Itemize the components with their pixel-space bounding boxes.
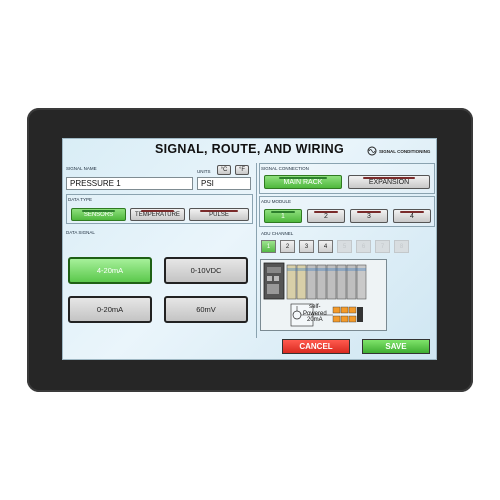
adu-channel-1-button[interactable]: 1 xyxy=(261,240,276,253)
data-type-sensors-button[interactable]: SENSORS xyxy=(71,208,126,221)
adu-module-4-button[interactable]: 4 xyxy=(393,209,431,223)
logo-icon xyxy=(367,146,377,156)
units-label: UNITS xyxy=(197,169,211,174)
celsius-button[interactable]: °C xyxy=(217,165,231,175)
cancel-button[interactable]: CANCEL xyxy=(282,339,350,354)
expansion-button[interactable]: EXPANSION xyxy=(348,175,430,189)
adu-channel-2-button[interactable]: 2 xyxy=(280,240,295,253)
logo-text: SIGNAL CONDITIONING xyxy=(379,148,431,154)
hmi-screen: SIGNAL, ROUTE, AND WIRING SIGNAL CONDITI… xyxy=(62,138,437,360)
data-type-label: DATA TYPE xyxy=(68,197,93,202)
wiring-diagram: self- Powered 20mA xyxy=(260,259,387,331)
signal-4-20ma-button[interactable]: 4-20mA xyxy=(68,257,152,284)
brand-logo: SIGNAL CONDITIONING xyxy=(367,146,430,156)
adu-module-label: ADU MODULE xyxy=(261,199,292,204)
wiring-note: self- Powered 20mA xyxy=(303,304,327,324)
signal-connection-label: SIGNAL CONNECTION xyxy=(261,166,309,171)
adu-module-3-button[interactable]: 3 xyxy=(350,209,388,223)
adu-channel-3-button[interactable]: 3 xyxy=(299,240,314,253)
main-rack-button[interactable]: MAIN RACK xyxy=(264,175,342,189)
units-input[interactable]: PSI xyxy=(197,177,251,190)
adu-channel-7-button: 7 xyxy=(375,240,390,253)
data-type-pulse-button[interactable]: PULSE xyxy=(189,208,249,221)
adu-channel-6-button: 6 xyxy=(356,240,371,253)
signal-name-label: SIGNAL NAME xyxy=(66,166,97,171)
signal-60mv-button[interactable]: 60mV xyxy=(164,296,248,323)
data-type-temperature-button[interactable]: TEMPERATURE xyxy=(130,208,185,221)
adu-channel-5-button: 5 xyxy=(337,240,352,253)
data-signal-label: DATA SIGNAL xyxy=(66,230,95,235)
fahrenheit-button[interactable]: °F xyxy=(235,165,249,175)
adu-channel-4-button[interactable]: 4 xyxy=(318,240,333,253)
adu-module-2-button[interactable]: 2 xyxy=(307,209,345,223)
signal-name-input[interactable]: PRESSURE 1 xyxy=(66,177,193,190)
adu-channel-label: ADU CHANNEL xyxy=(261,231,294,236)
adu-module-1-button[interactable]: 1 xyxy=(264,209,302,223)
signal-0-20ma-button[interactable]: 0-20mA xyxy=(68,296,152,323)
save-button[interactable]: SAVE xyxy=(362,339,430,354)
adu-channel-8-button: 8 xyxy=(394,240,409,253)
wiring-note-line3: 20mA xyxy=(307,317,323,323)
signal-0-10vdc-button[interactable]: 0-10VDC xyxy=(164,257,248,284)
panel-divider xyxy=(256,163,257,338)
